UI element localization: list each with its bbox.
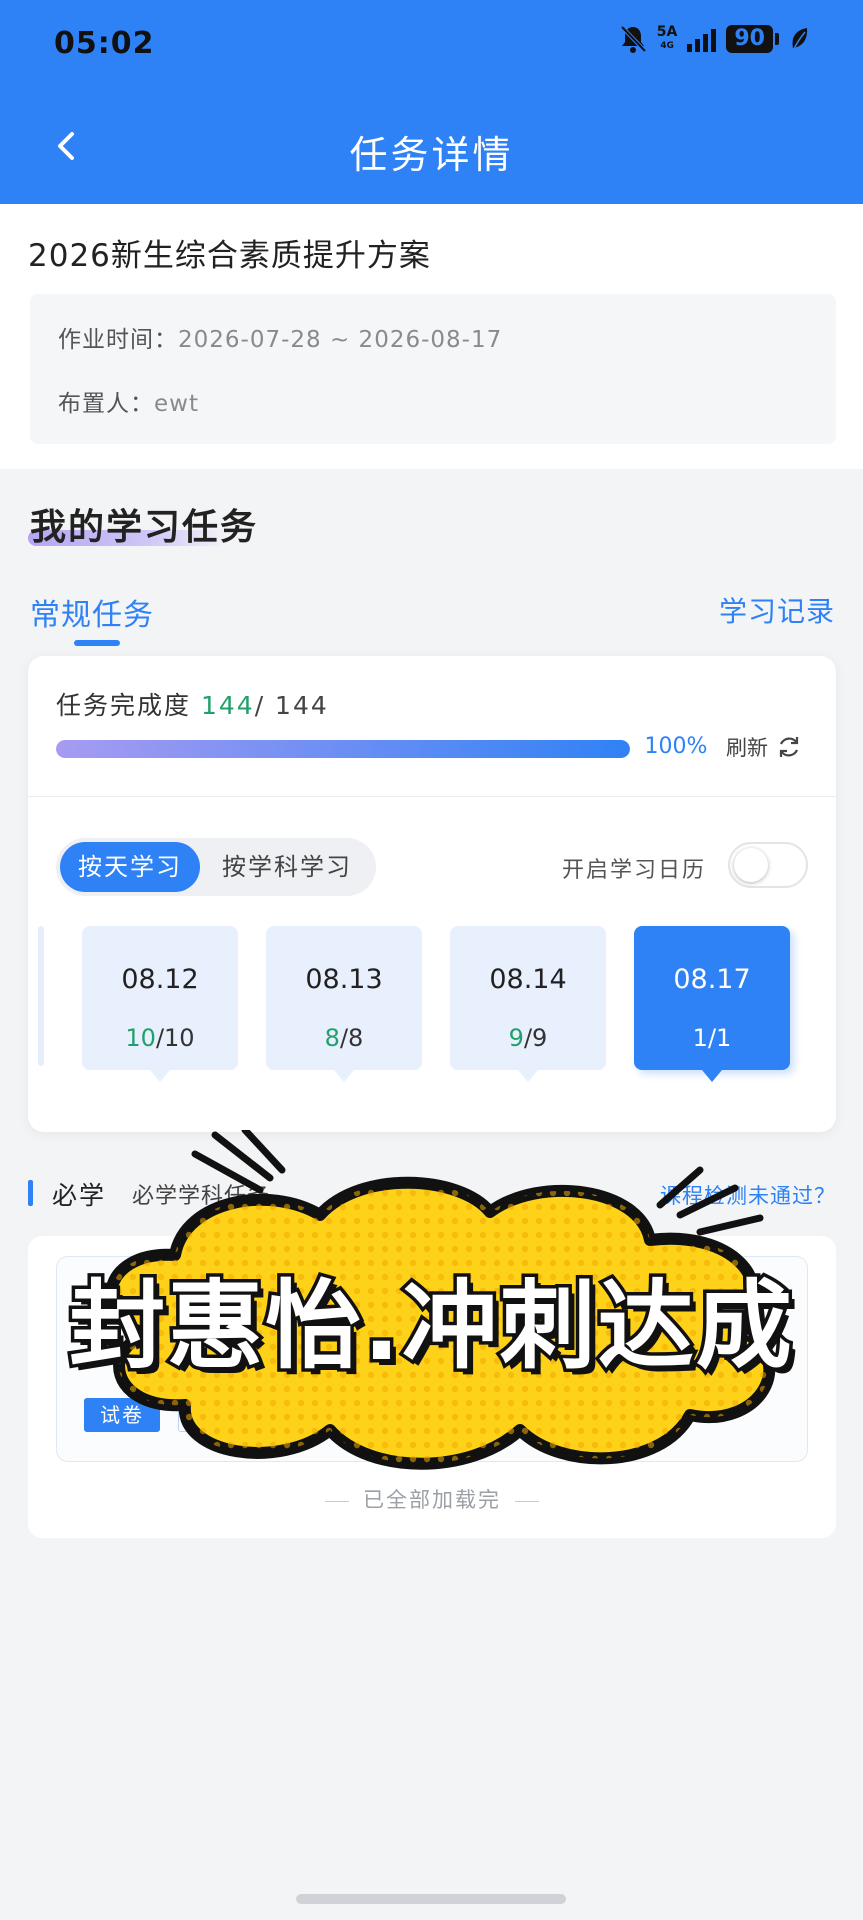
day-date: 08.13 bbox=[305, 964, 383, 995]
tab-indicator bbox=[74, 640, 120, 646]
day-card[interactable]: 08.13 8/8 bbox=[266, 926, 422, 1082]
network-indicator: 5A 4G bbox=[656, 24, 678, 51]
refresh-icon bbox=[779, 737, 799, 757]
refresh-button[interactable]: 刷新 bbox=[726, 732, 802, 762]
app-header: 05:02 5A 4G 90 任务详情 bbox=[0, 0, 863, 204]
work-time-value: 2026-07-28 ~ 2026-08-17 bbox=[178, 327, 503, 353]
required-title: 必学 bbox=[52, 1181, 107, 1210]
battery-icon: 90 bbox=[726, 25, 779, 53]
day-count: 9/9 bbox=[508, 1024, 548, 1052]
required-subtitle: 必学学科任务 bbox=[132, 1184, 271, 1209]
day-card[interactable]: 08.12 10/10 bbox=[82, 926, 238, 1082]
progress-percent: 100% bbox=[644, 734, 708, 759]
progress-fill bbox=[56, 740, 630, 758]
day-strip-edge bbox=[38, 926, 44, 1066]
assigner-value: ewt bbox=[154, 391, 199, 417]
calendar-toggle[interactable] bbox=[728, 842, 808, 888]
progress-bar bbox=[56, 740, 630, 758]
day-date: 08.14 bbox=[489, 964, 567, 995]
study-record-link[interactable]: 学习记录 bbox=[719, 590, 835, 630]
plan-details: 作业时间：2026-07-28 ~ 2026-08-17 布置人：ewt bbox=[30, 294, 836, 444]
calendar-toggle-label: 开启学习日历 bbox=[562, 858, 707, 883]
mode-switch: 按天学习 按学科学习 bbox=[56, 838, 376, 896]
completion-done: 144 bbox=[200, 691, 255, 720]
status-time: 05:02 bbox=[54, 26, 155, 61]
tag-placeholder bbox=[178, 1398, 268, 1432]
day-date: 08.12 bbox=[121, 964, 199, 995]
home-indicator[interactable] bbox=[296, 1894, 566, 1904]
mode-by-subject-button[interactable]: 按学科学习 bbox=[212, 842, 362, 892]
section-title: 我的学习任务 bbox=[30, 507, 259, 548]
task-list: 试卷 已全部加载完 bbox=[28, 1236, 836, 1538]
battery-level: 90 bbox=[726, 25, 773, 53]
day-count: 1/1 bbox=[692, 1024, 732, 1052]
status-icons: 5A 4G 90 bbox=[619, 24, 811, 54]
signal-icon bbox=[687, 26, 717, 52]
assigner-row: 布置人：ewt bbox=[58, 384, 199, 418]
work-time-row: 作业时间：2026-07-28 ~ 2026-08-17 bbox=[58, 320, 502, 354]
day-count: 10/10 bbox=[125, 1024, 195, 1052]
list-item[interactable] bbox=[56, 1256, 808, 1462]
course-check-link[interactable]: 课程检测未通过？ bbox=[660, 1180, 836, 1210]
leaf-icon bbox=[792, 28, 808, 50]
tab-regular-tasks[interactable]: 常规任务 bbox=[30, 590, 154, 634]
day-count: 8/8 bbox=[324, 1024, 364, 1052]
divider bbox=[28, 796, 836, 797]
required-header: 必学 必学学科任务 课程检测未通过？ bbox=[28, 1174, 836, 1214]
day-card[interactable]: 08.14 9/9 bbox=[450, 926, 606, 1082]
paper-tag: 试卷 bbox=[84, 1398, 160, 1432]
completion-total: / 144 bbox=[254, 691, 329, 720]
list-end-indicator: 已全部加载完 bbox=[28, 1484, 836, 1514]
plan-info: 2026新生综合素质提升方案 作业时间：2026-07-28 ~ 2026-08… bbox=[0, 204, 863, 469]
completion-row: 任务完成度 144/ 144 bbox=[56, 686, 329, 722]
task-card: 任务完成度 144/ 144 100% 刷新 按天学习 按学科学习 开启学习日历… bbox=[28, 656, 836, 1132]
toggle-knob bbox=[734, 848, 768, 882]
bell-muted-icon bbox=[620, 25, 647, 53]
day-date: 08.17 bbox=[673, 964, 751, 995]
required-marker bbox=[28, 1180, 33, 1206]
page-title: 任务详情 bbox=[349, 133, 514, 177]
plan-title: 2026新生综合素质提升方案 bbox=[28, 238, 431, 274]
completion-label: 任务完成度 bbox=[56, 691, 192, 720]
refresh-label: 刷新 bbox=[726, 736, 768, 760]
work-time-label: 作业时间： bbox=[58, 327, 178, 353]
day-card-selected[interactable]: 08.17 1/1 bbox=[634, 926, 790, 1082]
mode-by-day-button[interactable]: 按天学习 bbox=[60, 842, 200, 892]
assigner-label: 布置人： bbox=[58, 391, 154, 417]
